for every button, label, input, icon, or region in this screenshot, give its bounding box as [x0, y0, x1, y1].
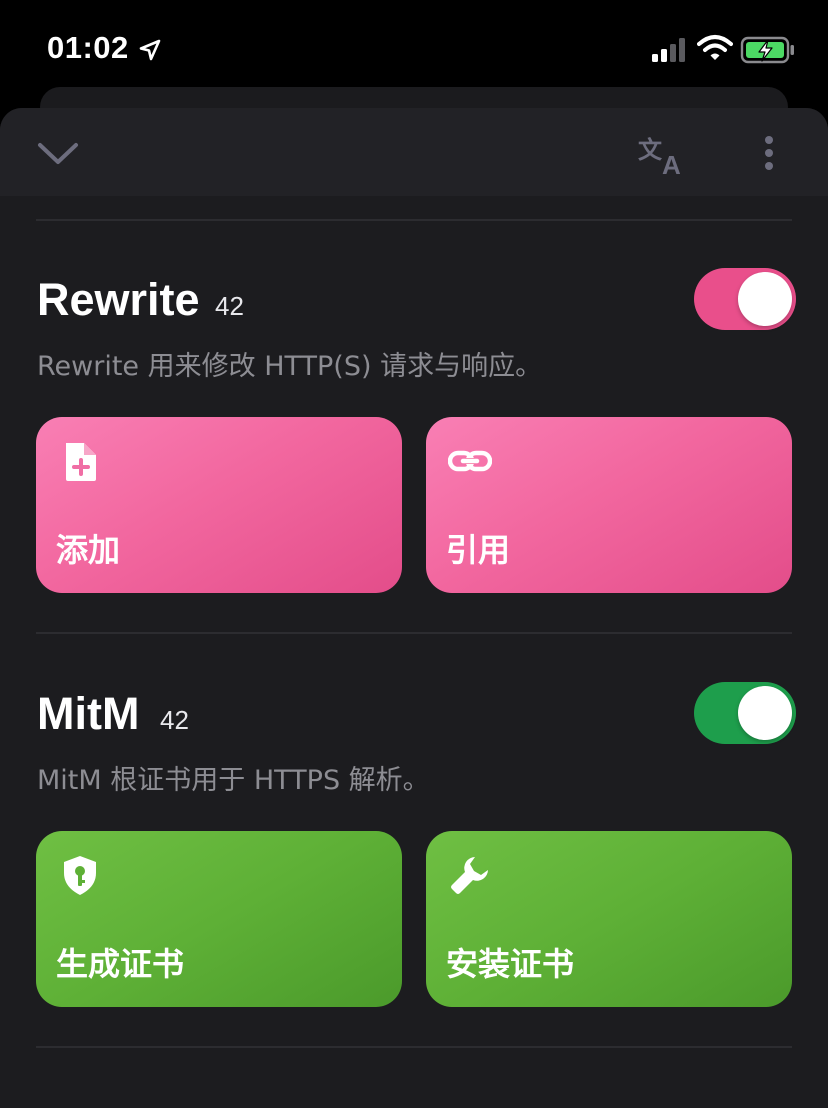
more-vertical-icon[interactable]	[756, 132, 782, 176]
svg-text:A: A	[662, 150, 681, 176]
section-divider	[36, 1046, 792, 1048]
status-time: 01:02	[47, 30, 129, 65]
card-label: 生成证书	[56, 945, 185, 983]
shield-key-icon	[64, 856, 96, 895]
rewrite-toggle[interactable]	[694, 268, 796, 330]
sheet-toolbar: 文 A	[0, 108, 828, 196]
add-rewrite-button[interactable]: 添加	[36, 417, 402, 593]
wrench-icon	[451, 857, 488, 894]
section-count: 42	[215, 291, 244, 321]
generate-certificate-button[interactable]: 生成证书	[36, 831, 402, 1007]
install-certificate-button[interactable]: 安装证书	[426, 831, 792, 1007]
translate-icon[interactable]: 文 A	[636, 132, 688, 176]
card-label: 引用	[446, 531, 511, 569]
card-label: 添加	[56, 531, 121, 569]
add-file-icon	[66, 443, 96, 481]
section-title: MitM	[37, 688, 140, 739]
chevron-down-icon[interactable]	[34, 136, 82, 170]
svg-text:文: 文	[638, 136, 663, 164]
card-label: 安装证书	[446, 945, 575, 983]
wifi-icon	[697, 35, 733, 60]
section-count: 42	[160, 705, 189, 735]
toggle-knob	[738, 686, 792, 740]
settings-sheet: 文 A Rewrite 42 Rewrite 用来修改 HTTP(S) 请求与响…	[0, 108, 828, 1108]
battery-charging-icon	[740, 36, 794, 64]
cellular-signal-icon	[652, 38, 685, 62]
section-title: Rewrite	[37, 274, 200, 325]
section-description: MitM 根证书用于 HTTPS 解析。	[37, 765, 430, 796]
reference-rewrite-button[interactable]: 引用	[426, 417, 792, 593]
location-arrow-icon	[139, 39, 161, 61]
link-icon	[448, 450, 492, 472]
toggle-knob	[738, 272, 792, 326]
status-bar: 01:02	[0, 0, 828, 96]
mitm-toggle[interactable]	[694, 682, 796, 744]
section-description: Rewrite 用来修改 HTTP(S) 请求与响应。	[37, 351, 543, 382]
section-divider	[36, 219, 792, 221]
section-divider	[36, 632, 792, 634]
